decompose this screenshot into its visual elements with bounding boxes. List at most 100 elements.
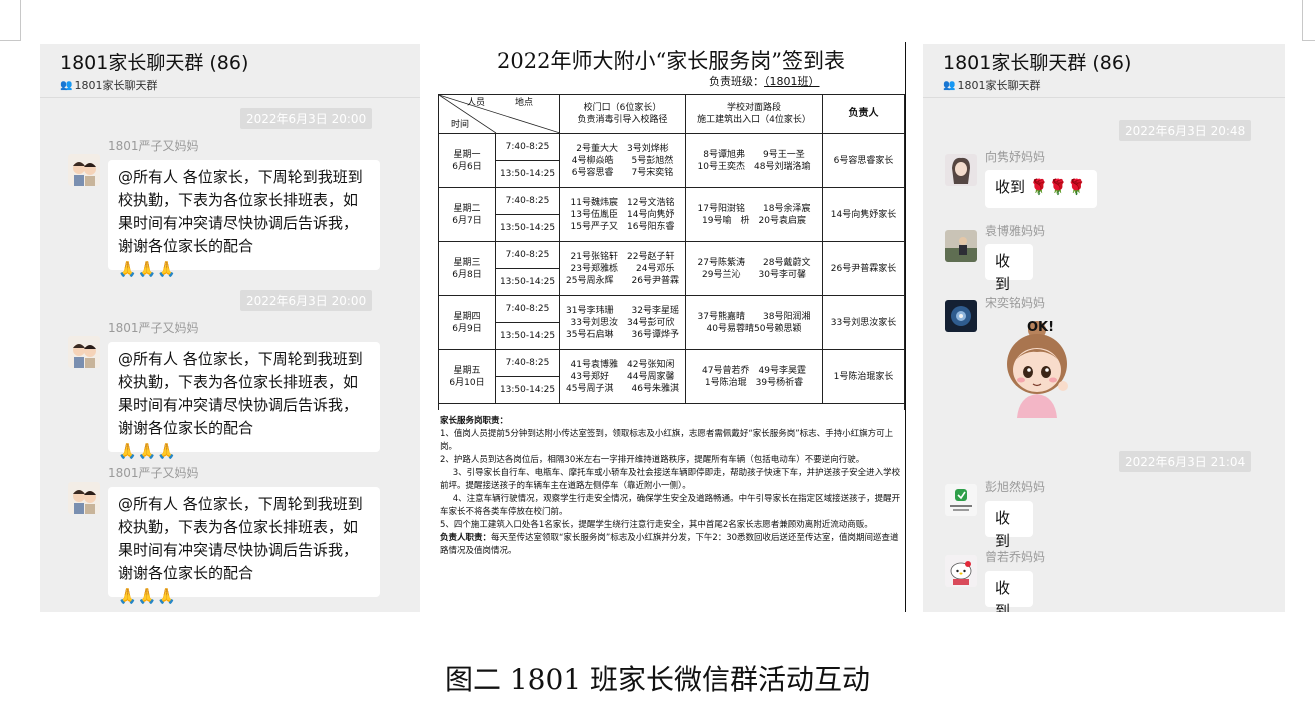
day-cell: 星期一 6月6日: [438, 133, 496, 188]
sender-name: 彭旭然妈妈: [985, 480, 1046, 494]
pray-emoji: 🙏🙏🙏: [118, 442, 178, 460]
message-bubble: 收到 🌹🌹🌹: [985, 170, 1097, 208]
pray-emoji: 🙏🙏🙏: [118, 260, 178, 278]
avatar: [68, 336, 100, 368]
chat-subtitle: 👥 1801家长聊天群: [943, 79, 1041, 92]
page-corner-mark-left: [0, 0, 21, 41]
duty-item: 5、四个施工建筑入口处各1名家长，提醒学生绕行注意行走安全，其中首尾2名家长志愿…: [440, 520, 873, 530]
day-cell: 星期二 6月7日: [438, 187, 496, 242]
avatar: [945, 154, 977, 186]
form-title: 2022年师大附小“家长服务岗”签到表: [497, 49, 845, 73]
chat-title: 1801家长聊天群 (86): [60, 52, 249, 74]
gate-names: 11号魏炜宸 12号文浩铭 13号伍胤臣 14号向隽妤 15号严子又 16号阳东睿: [559, 187, 686, 242]
duty-sign-in-form: 2022年师大附小“家长服务岗”签到表 负责班级：（1801班） 人员 地点 时…: [437, 42, 906, 612]
message-bubble: @所有人 各位家长，下周轮到我班到校执勤，下表为各位家长排班表，如果时间有冲突请…: [108, 487, 380, 605]
avatar: [945, 484, 977, 516]
table-row: 星期一 6月6日 7:40-8:25 2号董大大 3号刘烨彬 4号柳焱皓 5号彭旭然…: [438, 133, 905, 188]
avatar: [68, 482, 100, 514]
sender-name: 袁博雅妈妈: [985, 224, 1046, 238]
header-road: 学校对面路段 施工建筑出入口（4位家长）: [685, 94, 823, 134]
duties-section: 家长服务岗职责： 1、值岗人员提前5分钟到达附小传达室签到，领取标志及小红旗，志…: [440, 415, 902, 558]
road-names: 47号曾若乔 49号李昊霆 1号陈治琨 39号杨祈睿: [685, 349, 823, 404]
road-names: 37号熊嘉晴 38号阳润湘 40号易蓉晴50号赖思颖: [685, 295, 823, 350]
avatar: [945, 300, 977, 332]
gate-names: 41号袁博雅 42号张知闲 43号郑好 44号周家馨 45号周子淇 46号朱雅淇: [559, 349, 686, 404]
table-row: 星期二 6月7日 7:40-8:25 11号魏炜宸 12号文浩铭 13号伍胤臣 14…: [438, 187, 905, 242]
header-gate: 校门口（6位家长） 负责消毒引导入校路径: [559, 94, 686, 134]
chat-header: 1801家长聊天群 (86) 👥 1801家长聊天群: [923, 44, 1285, 98]
time-cell: 13:50-14:25: [495, 268, 560, 296]
schedule-table: 人员 地点 时间 校门口（6位家长） 负责消毒引导入校路径 学校对面路段 施工建筑出…: [438, 94, 905, 410]
timestamp: 2022年6月3日 21:04: [1119, 451, 1252, 472]
page-corner-mark-right: [1302, 0, 1315, 41]
time-cell: 13:50-14:25: [495, 376, 560, 404]
time-cell: 7:40-8:25: [495, 187, 560, 215]
right-chat-screenshot: 1801家长聊天群 (86) 👥 1801家长聊天群 2022年6月3日 20:…: [923, 44, 1285, 612]
sender-name: 1801严子又妈妈: [108, 139, 199, 153]
chat-title: 1801家长聊天群 (86): [943, 52, 1132, 74]
rose-emoji: 🌹🌹🌹: [1029, 178, 1086, 196]
road-names: 17号阳澍铭 18号余泽宸 19号喻 枡 20号袁启宸: [685, 187, 823, 242]
responsible-cell: 1号陈治琨家长: [822, 349, 905, 404]
gate-names: 2号董大大 3号刘烨彬 4号柳焱皓 5号彭旭然 6号容思睿 7号宋奕铭: [559, 133, 686, 188]
sender-name: 向隽妤妈妈: [985, 150, 1046, 164]
responsible-cell: 14号向隽妤家长: [822, 187, 905, 242]
table-row: 星期五 6月10日 7:40-8:25 41号袁博雅 42号张知闲 43号郑好 44…: [438, 349, 905, 404]
header-responsible: 负责人: [822, 94, 905, 134]
gate-names: 31号李玮珊 32号李星瑶 33号刘思汝 34号彭可欣 35号石启琳 36号谭烨予: [559, 295, 686, 350]
sender-name: 1801严子又妈妈: [108, 466, 199, 480]
responsible-cell: 6号容思睿家长: [822, 133, 905, 188]
pray-emoji: 🙏🙏🙏: [118, 587, 178, 605]
time-cell: 13:50-14:25: [495, 214, 560, 242]
lead-duty-text: 每天至传达室领取“家长服务岗”标志及小红旗并分发，下午2：30悉数回收后送还至传…: [440, 533, 899, 556]
road-names: 8号谭旭弗 9号王一圣 10号王奕杰 48号刘瑞洛瑜: [685, 133, 823, 188]
day-cell: 星期四 6月9日: [438, 295, 496, 350]
time-cell: 7:40-8:25: [495, 133, 560, 161]
figure-caption: 图二 1801 班家长微信群活动互动: [444, 663, 871, 696]
message-bubble: @所有人 各位家长，下周轮到我班到校执勤，下表为各位家长排班表，如果时间有冲突请…: [108, 160, 380, 278]
timestamp: 2022年6月3日 20:00: [240, 108, 373, 129]
duty-item: 4、注意车辆行驶情况，观察学生行走安全情况，确保学生安全及道路畅通。中午引导家长…: [440, 494, 901, 517]
table-header-row: 人员 地点 时间 校门口（6位家长） 负责消毒引导入校路径 学校对面路段 施工建筑出…: [438, 94, 905, 134]
lead-duty-label: 负责人职责：: [440, 533, 492, 543]
duty-item: 1、值岗人员提前5分钟到达附小传达室签到，领取标志及小红旗，志愿者需佩戴好“家长…: [440, 429, 894, 452]
time-cell: 7:40-8:25: [495, 349, 560, 377]
day-cell: 星期三 6月8日: [438, 241, 496, 296]
table-spacer-row: [438, 403, 905, 410]
duty-item: 3、引导家长自行车、电瓶车、摩托车或小轿车及社会接送车辆即停即走，帮助孩子快速下…: [440, 468, 901, 491]
message-bubble: 收到: [985, 501, 1033, 550]
time-cell: 7:40-8:25: [495, 241, 560, 269]
responsible-class: 负责班级：（1801班）: [709, 75, 820, 88]
sender-name: 曾若乔妈妈: [985, 550, 1046, 564]
responsible-cell: 26号尹普霖家长: [822, 241, 905, 296]
time-cell: 13:50-14:25: [495, 322, 560, 350]
avatar: [945, 230, 977, 262]
sticker-ok-text: OK!: [1027, 320, 1055, 335]
diagonal-header-cell: 人员 地点 时间: [438, 94, 560, 134]
responsible-cell: 33号刘思汝家长: [822, 295, 905, 350]
message-bubble: @所有人 各位家长，下周轮到我班到校执勤，下表为各位家长排班表，如果时间有冲突请…: [108, 342, 380, 460]
time-cell: 7:40-8:25: [495, 295, 560, 323]
group-icon: 👥: [943, 79, 956, 91]
sender-name: 宋奕铭妈妈: [985, 296, 1046, 310]
header-time: 时间: [451, 120, 470, 130]
duties-title: 家长服务岗职责：: [440, 416, 509, 426]
table-row: 星期三 6月8日 7:40-8:25 21号张铭轩 22号赵子轩 23号郑雅栎 24…: [438, 241, 905, 296]
sender-name: 1801严子又妈妈: [108, 321, 199, 335]
header-location: 地点: [515, 98, 534, 108]
chat-subtitle: 👥 1801家长聊天群: [60, 79, 158, 92]
group-icon: 👥: [60, 79, 73, 91]
road-names: 27号陈紫涛 28号戴蔚文 29号兰沁 30号李可馨: [685, 241, 823, 296]
table-row: 星期四 6月9日 7:40-8:25 31号李玮珊 32号李星瑶 33号刘思汝 34…: [438, 295, 905, 350]
message-bubble: 收到: [985, 571, 1033, 612]
gate-names: 21号张铭轩 22号赵子轩 23号郑雅栎 24号邓乐 25号周永辉 26号尹普霖: [559, 241, 686, 296]
left-chat-screenshot: 1801家长聊天群 (86) 👥 1801家长聊天群 2022年6月3日 20:…: [40, 44, 420, 612]
timestamp: 2022年6月3日 20:00: [240, 290, 373, 311]
timestamp: 2022年6月3日 20:48: [1119, 120, 1252, 141]
header-personnel: 人员: [467, 98, 486, 108]
avatar: [945, 555, 977, 587]
day-cell: 星期五 6月10日: [438, 349, 496, 404]
chat-header: 1801家长聊天群 (86) 👥 1801家长聊天群: [40, 44, 420, 98]
message-bubble: 收到: [985, 244, 1033, 293]
time-cell: 13:50-14:25: [495, 160, 560, 188]
